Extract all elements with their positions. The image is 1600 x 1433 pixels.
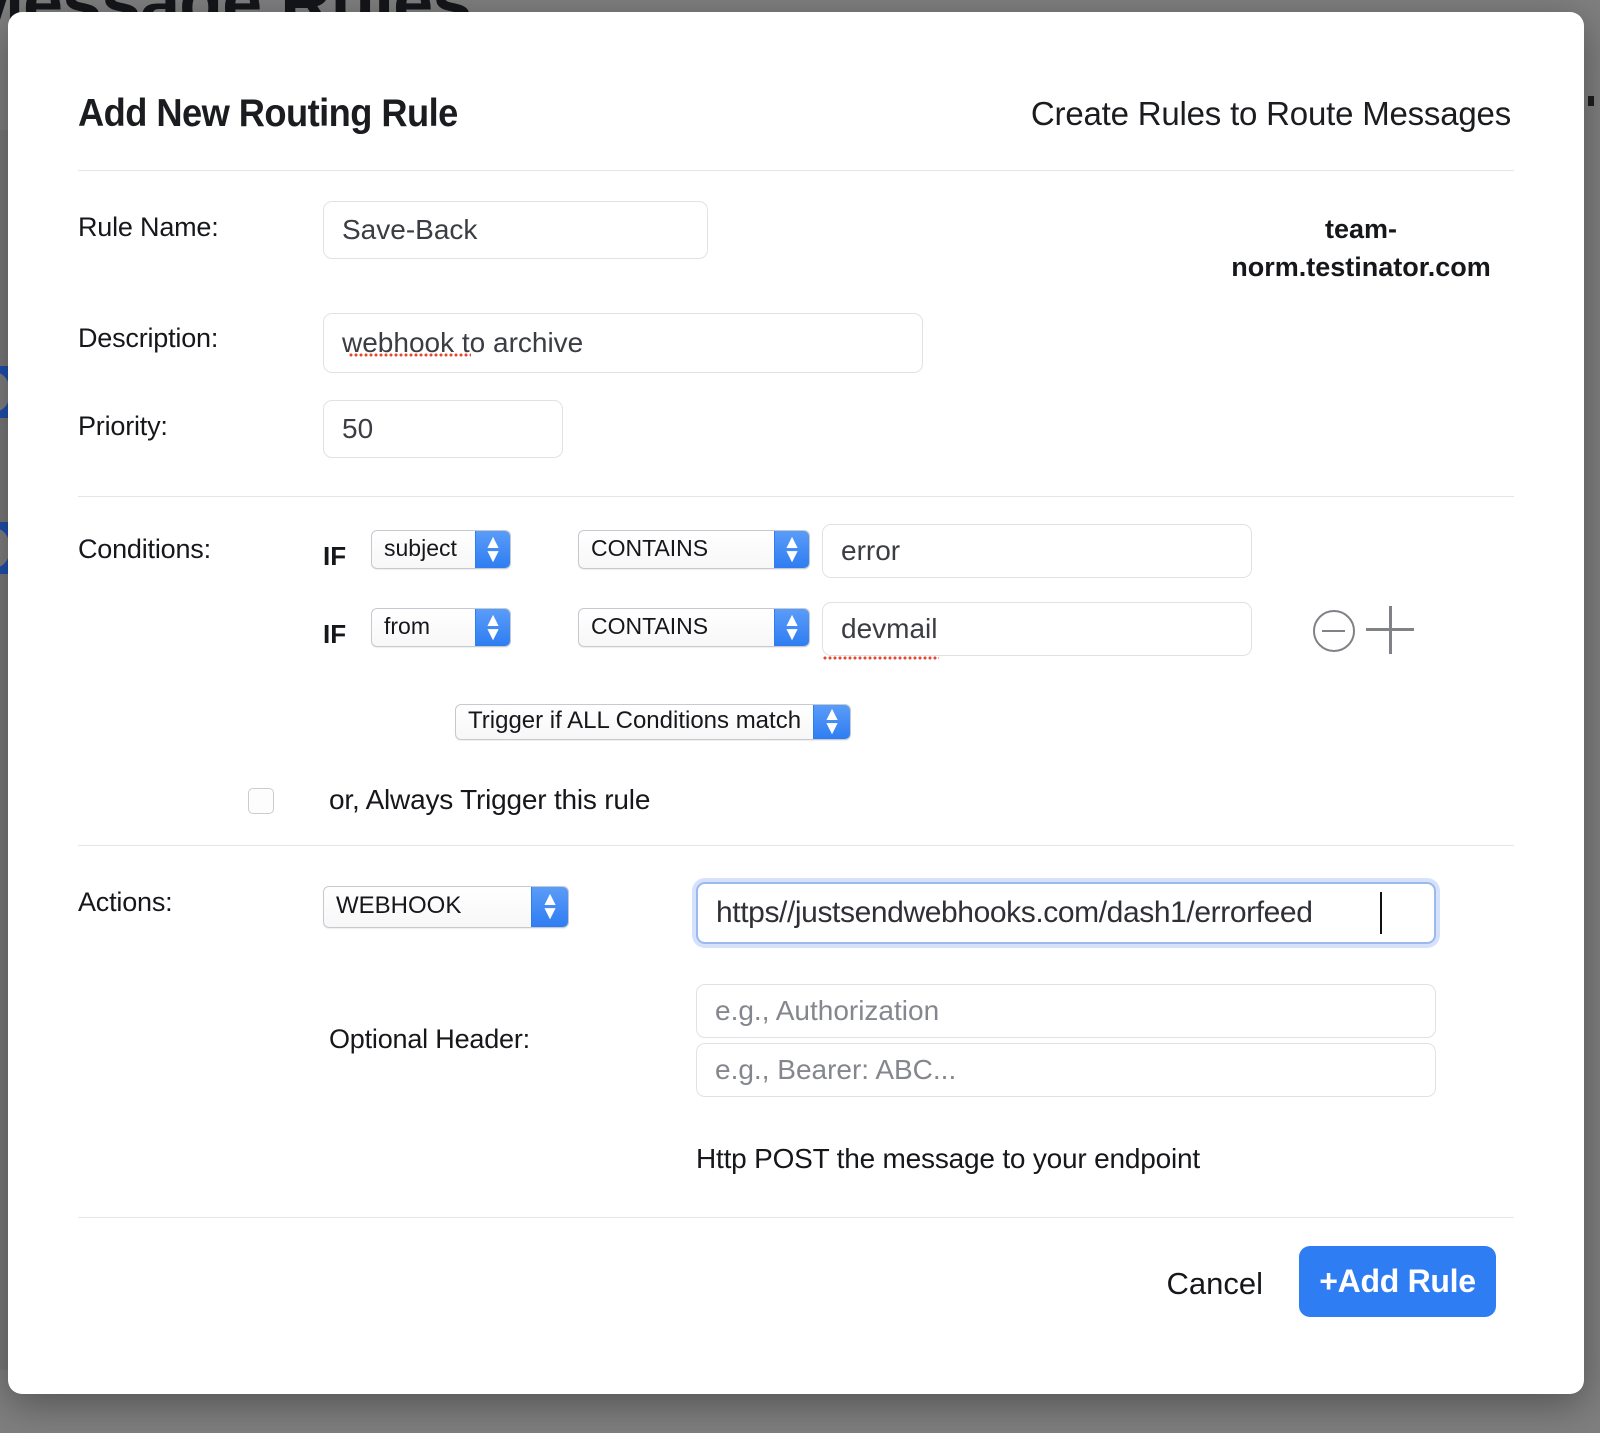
action-type-select[interactable]: WEBHOOK ▲▼ (323, 886, 569, 928)
background-edge-mark (1588, 96, 1594, 106)
actions-label: Actions: (78, 887, 172, 918)
condition-field-select[interactable]: from ▲▼ (371, 608, 511, 647)
condition-if-label: IF (323, 619, 346, 650)
always-trigger-checkbox[interactable] (248, 788, 274, 814)
condition-operator-value: CONTAINS (579, 537, 774, 562)
webhook-url-input[interactable] (696, 882, 1436, 944)
conditions-label: Conditions: (78, 534, 211, 565)
rule-name-label: Rule Name: (78, 212, 219, 243)
add-routing-rule-dialog: Add New Routing Rule Create Rules to Rou… (8, 12, 1584, 1394)
divider (78, 496, 1514, 497)
divider (78, 845, 1514, 846)
description-input[interactable] (323, 313, 923, 373)
chevron-updown-icon: ▲▼ (774, 531, 809, 568)
add-condition-button[interactable] (1366, 606, 1414, 654)
condition-operator-select[interactable]: CONTAINS ▲▼ (578, 530, 810, 569)
header-value-input[interactable] (696, 1043, 1436, 1097)
priority-input[interactable] (323, 400, 563, 458)
trigger-mode-select[interactable]: Trigger if ALL Conditions match ▲▼ (455, 704, 851, 740)
remove-condition-button[interactable] (1313, 610, 1355, 652)
rule-name-input[interactable] (323, 201, 708, 259)
dialog-subtitle: Create Rules to Route Messages (1031, 95, 1511, 133)
cancel-button[interactable]: Cancel (1167, 1266, 1264, 1302)
condition-value-input[interactable] (822, 524, 1252, 578)
trigger-mode-value: Trigger if ALL Conditions match (456, 709, 813, 735)
text-caret (1380, 892, 1382, 934)
condition-operator-value: CONTAINS (579, 615, 774, 640)
header-key-input[interactable] (696, 984, 1436, 1038)
chevron-updown-icon: ▲▼ (475, 531, 510, 568)
divider (78, 1217, 1514, 1218)
chevron-updown-icon: ▲▼ (774, 609, 809, 646)
optional-header-label: Optional Header: (329, 1024, 530, 1055)
always-trigger-label: or, Always Trigger this rule (329, 784, 650, 816)
add-rule-button[interactable]: +Add Rule (1299, 1246, 1496, 1317)
dialog-title: Add New Routing Rule (78, 92, 458, 136)
condition-value-input[interactable] (822, 602, 1252, 656)
description-label: Description: (78, 323, 218, 354)
condition-field-value: from (372, 615, 475, 640)
condition-operator-select[interactable]: CONTAINS ▲▼ (578, 608, 810, 647)
divider (78, 170, 1514, 171)
account-domain: team-norm.testinator.com (1211, 210, 1511, 287)
spellcheck-underline (823, 656, 939, 660)
chevron-updown-icon: ▲▼ (531, 887, 568, 927)
priority-label: Priority: (78, 411, 168, 442)
condition-field-select[interactable]: subject ▲▼ (371, 530, 511, 569)
chevron-updown-icon: ▲▼ (475, 609, 510, 646)
dialog-header: Add New Routing Rule Create Rules to Rou… (8, 12, 1584, 164)
action-type-value: WEBHOOK (324, 894, 531, 920)
action-help-text: Http POST the message to your endpoint (696, 1143, 1200, 1175)
condition-field-value: subject (372, 537, 475, 562)
chevron-updown-icon: ▲▼ (813, 705, 850, 739)
condition-if-label: IF (323, 541, 346, 572)
